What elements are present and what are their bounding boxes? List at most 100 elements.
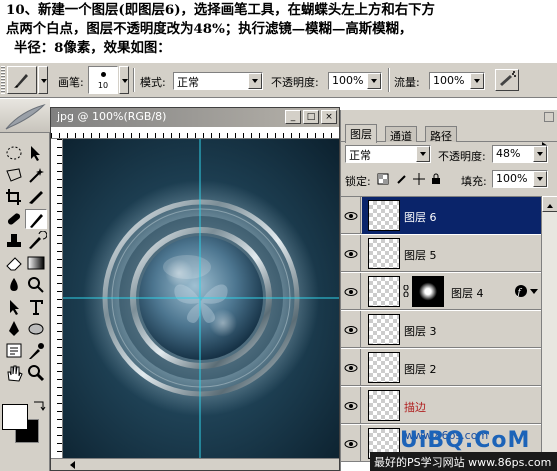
layer-name-area[interactable]: 图层 4 f (362, 273, 541, 310)
layer-name-area[interactable]: 描边 (362, 387, 541, 424)
blend-mode-select[interactable]: 正常 (345, 145, 431, 163)
layer-name: 图层 4 (451, 287, 484, 300)
lock-transparency-icon[interactable] (377, 173, 389, 185)
flow-field[interactable]: 100% (429, 72, 485, 90)
type-tool-icon[interactable] (25, 297, 47, 317)
gradient-tool-icon[interactable] (25, 253, 47, 273)
document-window: jpg @ 100%(RGB/8) _ □ × (50, 107, 340, 471)
layer-row[interactable]: 图层 6 (341, 197, 541, 234)
maximize-button[interactable]: □ (303, 110, 319, 124)
fill-field[interactable]: 100% (492, 170, 548, 188)
move-tool-icon[interactable] (25, 143, 47, 163)
slice-tool-icon[interactable] (25, 187, 47, 207)
caption-line-2: 点两个白点，图层不透明度改为48%；执行滤镜—模糊—高斯模糊， (6, 21, 413, 37)
chevron-right-icon (533, 171, 547, 187)
tool-preset-dropdown[interactable] (38, 66, 48, 94)
visibility-toggle[interactable] (341, 273, 361, 310)
airbrush-icon (500, 71, 516, 86)
lock-row: 锁定: 填充: 100% (341, 168, 557, 192)
visibility-toggle[interactable] (341, 197, 361, 234)
tab-channels[interactable]: 通道 (385, 126, 417, 143)
layers-scrollbar[interactable] (541, 196, 557, 471)
layer-name-area[interactable]: 图层 3 (362, 311, 541, 348)
expand-effects-icon[interactable] (530, 287, 538, 295)
layer-row[interactable]: 图层 5 (341, 235, 541, 272)
layer-name-area[interactable]: 图层 2 (362, 349, 541, 386)
document-title: jpg @ 100%(RGB/8) (57, 110, 167, 123)
mode-select[interactable]: 正常 (173, 72, 263, 90)
visibility-toggle[interactable] (341, 349, 361, 386)
toolbar-grip[interactable] (1, 66, 5, 94)
layer-row[interactable]: 图层 3 (341, 311, 541, 348)
brush-picker-dropdown[interactable] (119, 66, 129, 94)
separator (133, 68, 135, 92)
layer-name: 图层 6 (404, 211, 437, 224)
layer-thumbnail (368, 390, 400, 421)
layer-name-area[interactable]: 图层 6 (362, 197, 541, 234)
pen-tool-icon[interactable] (3, 319, 25, 339)
marquee-tool-icon[interactable] (3, 143, 25, 163)
scroll-up-icon[interactable] (542, 196, 557, 212)
shape-tool-icon[interactable] (25, 319, 47, 339)
stamp-tool-icon[interactable] (3, 231, 25, 251)
brush-tool-icon[interactable] (25, 209, 47, 229)
notes-tool-icon[interactable] (3, 341, 25, 361)
fill-value: 100% (496, 172, 528, 185)
tool-preset-button[interactable] (7, 66, 37, 94)
layer-row[interactable]: 图层 4 f (341, 273, 541, 310)
visibility-toggle[interactable] (341, 311, 361, 348)
visibility-toggle[interactable] (341, 425, 361, 462)
healing-brush-tool-icon[interactable] (3, 209, 25, 229)
document-title-bar[interactable]: jpg @ 100%(RGB/8) _ □ × (51, 108, 339, 127)
magic-wand-tool-icon[interactable] (25, 165, 47, 185)
vertical-ruler[interactable] (51, 139, 63, 459)
history-brush-tool-icon[interactable] (25, 230, 48, 251)
link-icon[interactable] (403, 285, 409, 297)
chevron-right-icon (367, 73, 381, 89)
layer-mask-thumbnail[interactable] (412, 276, 444, 307)
path-selection-tool-icon[interactable] (3, 297, 25, 317)
image-canvas[interactable] (63, 139, 339, 459)
crop-tool-icon[interactable] (3, 187, 25, 207)
eraser-tool-icon[interactable] (3, 253, 25, 273)
layer-opacity-field[interactable]: 48% (492, 145, 548, 163)
panel-title-bar[interactable] (341, 110, 557, 124)
lock-position-icon[interactable] (413, 173, 425, 185)
airbrush-button[interactable] (495, 69, 519, 91)
chevron-down-icon (248, 73, 262, 89)
opacity-field[interactable]: 100% (328, 72, 382, 90)
eyedropper-tool-icon[interactable] (25, 341, 47, 361)
brush-label: 画笔: (58, 76, 84, 89)
eye-icon (344, 364, 358, 372)
layer-row[interactable]: 描边 (341, 387, 541, 424)
zoom-tool-icon[interactable] (25, 363, 47, 383)
close-button[interactable]: × (321, 110, 337, 124)
brush-size: 10 (97, 81, 109, 90)
dodge-tool-icon[interactable] (25, 275, 47, 295)
hand-tool-icon[interactable] (3, 363, 25, 383)
layer-effects-icon[interactable]: f (514, 284, 528, 298)
eye-icon (344, 440, 358, 448)
minimize-button[interactable]: _ (285, 110, 301, 124)
lock-image-icon[interactable] (396, 173, 408, 185)
tab-paths[interactable]: 路径 (425, 126, 457, 143)
visibility-toggle[interactable] (341, 235, 361, 272)
panel-close-icon[interactable] (544, 112, 554, 122)
scroll-left-icon[interactable] (67, 460, 79, 470)
visibility-toggle[interactable] (341, 387, 361, 424)
brush-picker[interactable]: 10 (88, 66, 118, 94)
layer-thumbnail (368, 352, 400, 383)
eye-icon (344, 250, 358, 258)
blur-tool-icon[interactable] (3, 275, 25, 295)
lock-label: 锁定: (345, 175, 371, 188)
layer-row[interactable]: 图层 2 (341, 349, 541, 386)
layer-name: 描边 (404, 401, 426, 414)
lasso-tool-icon[interactable] (3, 165, 25, 185)
foreground-color-swatch[interactable] (2, 404, 28, 430)
lock-all-icon[interactable] (430, 173, 442, 185)
swap-colors-icon[interactable] (32, 400, 46, 412)
layer-name-area[interactable]: 图层 5 (362, 235, 541, 272)
options-bar: 画笔: 10 模式: 正常 不透明度: 100% 流量: 100% (0, 62, 557, 98)
horizontal-ruler[interactable] (51, 127, 339, 139)
tab-layers[interactable]: 图层 (345, 124, 377, 143)
